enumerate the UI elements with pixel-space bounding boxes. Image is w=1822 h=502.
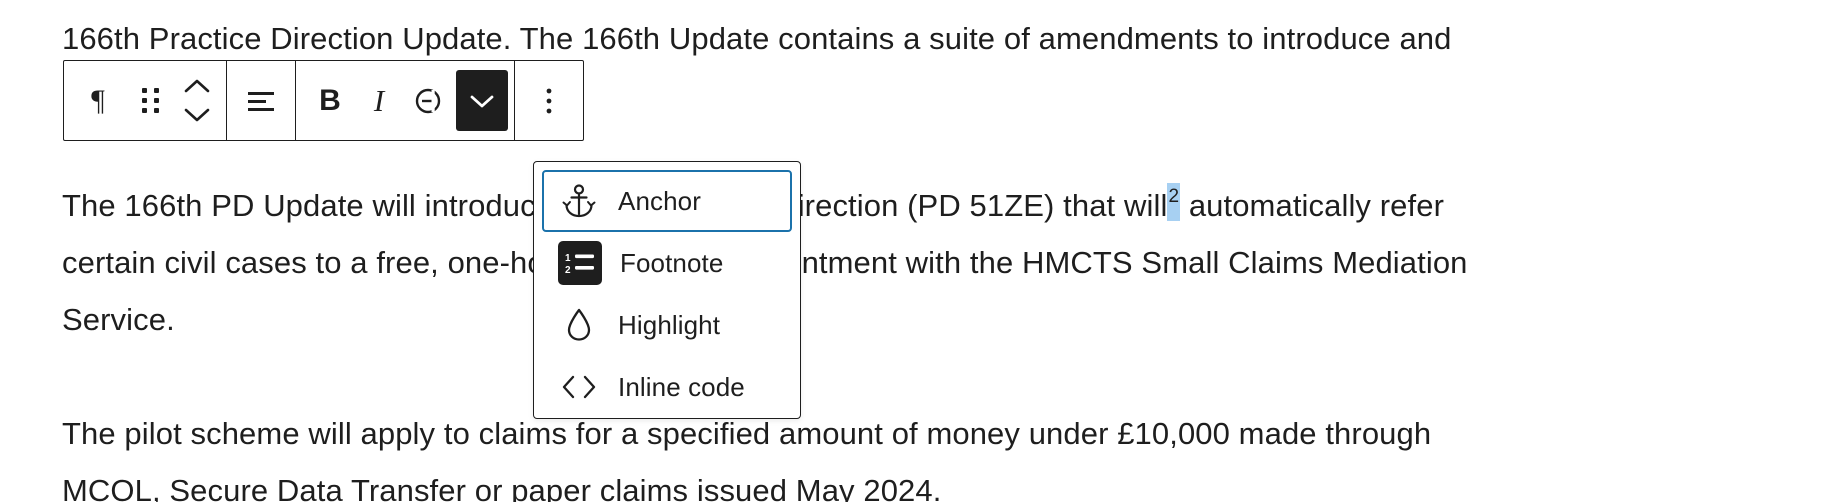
more-rich-text-button[interactable] (456, 70, 508, 131)
toolbar-group-alignment (227, 61, 296, 140)
bold-button[interactable]: B (302, 62, 358, 139)
align-left-icon (248, 91, 274, 111)
block-toolbar: ¶ B I (63, 60, 584, 141)
italic-icon: I (373, 83, 385, 118)
bold-icon: B (319, 83, 341, 117)
paragraph-block-type-button[interactable]: ¶ (70, 62, 126, 139)
move-block-button[interactable] (174, 62, 220, 139)
toolbar-group-formatting: B I (296, 61, 515, 140)
align-text-button[interactable] (233, 62, 289, 139)
menu-item-label: Highlight (618, 309, 721, 340)
chevron-down-icon (470, 95, 494, 107)
menu-item-inline-code[interactable]: Inline code (542, 356, 792, 418)
link-icon (415, 88, 441, 113)
svg-text:2: 2 (565, 265, 571, 276)
block-options-button[interactable] (521, 62, 577, 139)
anchor-icon (558, 180, 600, 222)
toolbar-group-options (515, 61, 583, 140)
editor-canvas: 166th Practice Direction Update. The 166… (0, 0, 1822, 502)
inline-code-icon (558, 366, 600, 408)
svg-text:1: 1 (565, 253, 571, 264)
link-button[interactable] (400, 62, 456, 139)
menu-item-label: Anchor (618, 185, 701, 216)
footnote-icon: 1 2 (558, 241, 602, 285)
paragraph-icon: ¶ (91, 83, 105, 117)
drag-handle-button[interactable] (126, 62, 174, 139)
paragraph-block-3[interactable]: The pilot scheme will apply to claims fo… (62, 405, 1482, 502)
menu-item-highlight[interactable]: Highlight (542, 294, 792, 356)
menu-item-footnote[interactable]: 1 2 Footnote (542, 232, 792, 294)
highlight-drop-icon (558, 304, 600, 346)
menu-item-label: Footnote (620, 247, 724, 278)
menu-item-anchor[interactable]: Anchor (542, 170, 792, 232)
ellipsis-vertical-icon (546, 88, 552, 113)
footnote-reference-marker[interactable]: 2 (1167, 183, 1181, 221)
more-rich-text-menu: Anchor 1 2 Footnote Highlight Inline cod… (533, 161, 801, 419)
chevron-down-icon (184, 108, 210, 122)
chevron-up-icon (184, 79, 210, 93)
drag-handle-icon (141, 88, 159, 113)
toolbar-group-block-controls: ¶ (64, 61, 227, 140)
menu-item-label: Inline code (618, 371, 745, 402)
italic-button[interactable]: I (358, 62, 400, 139)
